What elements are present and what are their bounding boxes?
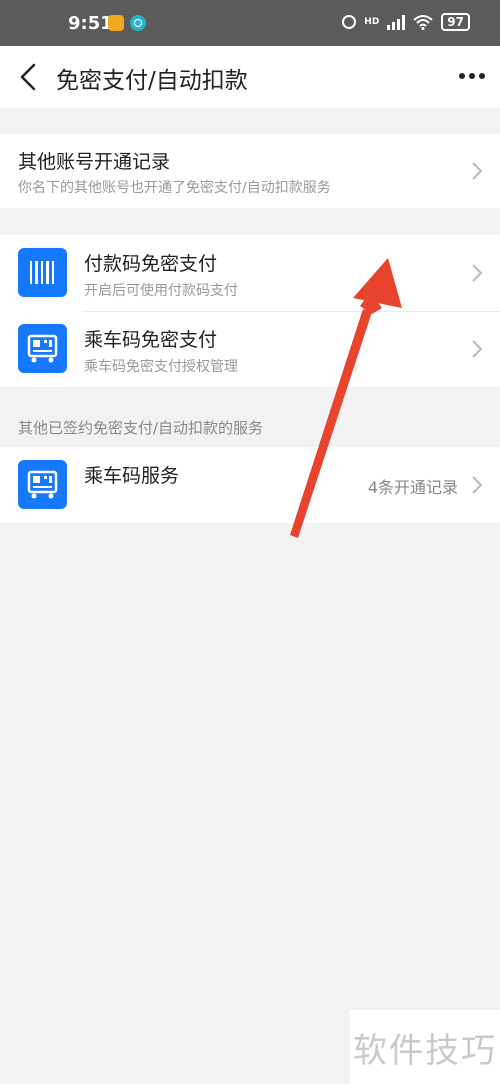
service-subtitle: 开启后可使用付款码支付 bbox=[84, 283, 238, 299]
page-title: 免密支付/自动扣款 bbox=[56, 68, 248, 94]
nav-bar: 免密支付/自动扣款 bbox=[0, 46, 500, 108]
bus-code-icon bbox=[18, 324, 67, 373]
battery-indicator: 97 bbox=[441, 13, 470, 31]
chevron-right-icon bbox=[472, 264, 483, 282]
barcode-icon bbox=[18, 248, 67, 297]
signal-icon bbox=[387, 14, 406, 30]
other-accounts-row[interactable]: 其他账号开通记录 你名下的其他账号也开通了免密支付/自动扣款服务 bbox=[0, 134, 500, 208]
service-row-payment-code[interactable]: 付款码免密支付 开启后可使用付款码支付 bbox=[0, 235, 500, 311]
hd-label: HD bbox=[364, 17, 380, 27]
bus-code-icon bbox=[18, 460, 67, 509]
alarm-icon bbox=[342, 15, 357, 29]
service-row-bus-code[interactable]: 乘车码免密支付 乘车码免密支付授权管理 bbox=[0, 311, 500, 387]
back-arrow-icon[interactable] bbox=[14, 60, 44, 94]
service-title: 付款码免密支付 bbox=[84, 253, 218, 275]
annotation-arrow-icon bbox=[290, 258, 402, 538]
service-subtitle: 乘车码免密支付授权管理 bbox=[84, 359, 238, 375]
watermark: 软件技巧 bbox=[350, 1010, 500, 1084]
service-title: 乘车码免密支付 bbox=[84, 329, 218, 351]
chevron-right-icon bbox=[472, 162, 483, 180]
other-accounts-title: 其他账号开通记录 bbox=[18, 151, 171, 173]
chevron-right-icon bbox=[472, 340, 483, 358]
notification-app-icon bbox=[108, 15, 124, 31]
signed-service-title: 乘车码服务 bbox=[84, 465, 180, 487]
more-options-icon[interactable] bbox=[458, 66, 486, 86]
status-icons: HD 97 bbox=[342, 13, 470, 31]
signed-section-label: 其他已签约免密支付/自动扣款的服务 bbox=[18, 419, 264, 437]
status-bar: 9:51 HD 97 bbox=[0, 0, 500, 46]
other-accounts-subtitle: 你名下的其他账号也开通了免密支付/自动扣款服务 bbox=[18, 180, 331, 196]
chevron-right-icon bbox=[472, 476, 483, 494]
signed-service-row[interactable]: 乘车码服务 4条开通记录 bbox=[0, 447, 500, 523]
services-group: 付款码免密支付 开启后可使用付款码支付 乘车码免密支付 乘车码免密支付授权管理 bbox=[0, 235, 500, 387]
wifi-icon bbox=[413, 15, 433, 30]
notification-app-icon-2 bbox=[130, 15, 146, 31]
status-time: 9:51 bbox=[68, 13, 113, 34]
